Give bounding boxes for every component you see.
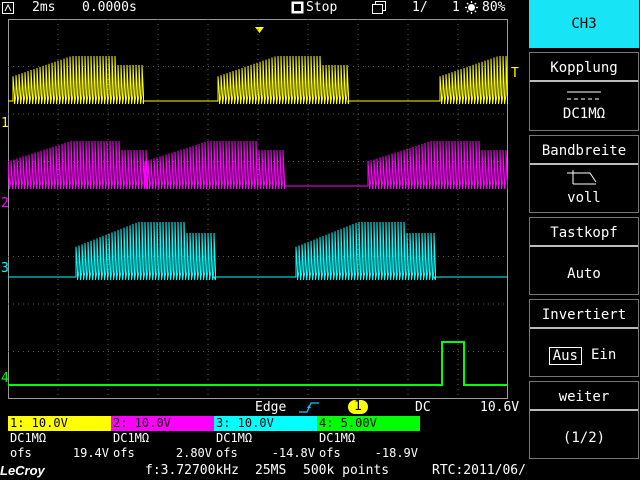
run-state[interactable]: Stop xyxy=(306,0,337,15)
trigger-info-row: Edge 1 DC 10.6V xyxy=(8,400,528,416)
kopplung-value: DC1MΩ xyxy=(562,106,606,122)
bandbreite-value: voll xyxy=(567,190,601,206)
channel-3-info[interactable]: 3: 10.0V DC1MΩ ofs -14.8V xyxy=(214,416,317,462)
invertiert-off-option[interactable]: Aus xyxy=(548,347,582,365)
channel-2-offset: 2.80V xyxy=(175,446,212,460)
softkey-menu: CH3 Kopplung DC1MΩ Bandbreite voll Tastk… xyxy=(527,0,640,480)
frequency-readout: f:3.72700kHz xyxy=(145,463,239,478)
channel-2-ofs-label: ofs xyxy=(113,446,135,460)
delay-readout: 0.0000s xyxy=(82,0,137,15)
channel-4-offset: -18.9V xyxy=(374,446,418,460)
brand-logo: LeCroy xyxy=(0,463,45,478)
invertiert-on-option[interactable]: Ein xyxy=(588,347,619,365)
trigger-level-marker[interactable]: T xyxy=(511,66,519,81)
dc-coupling-icon xyxy=(567,91,601,100)
channel-4-scale: 4: 5.00V xyxy=(317,416,420,431)
weiter-label: weiter xyxy=(558,389,610,405)
channel-1-scale: 1: 10.0V xyxy=(8,416,111,431)
trigger-source-badge: 1 xyxy=(348,400,368,414)
bandbreite-label: Bandbreite xyxy=(541,143,627,159)
run-indicator-icon xyxy=(2,2,14,18)
channel-1-ofs-label: ofs xyxy=(10,446,32,460)
channel-2-coupling: DC1MΩ xyxy=(113,431,150,445)
trigger-level: 10.6V xyxy=(480,400,520,415)
waveform-display[interactable] xyxy=(8,19,508,399)
brightness-icon xyxy=(465,1,478,18)
channel-3-coupling: DC1MΩ xyxy=(216,431,253,445)
tastkopf-softkey[interactable]: Tastkopf Auto xyxy=(529,217,639,295)
invertiert-label: Invertiert xyxy=(541,307,627,323)
record-length: 500k points xyxy=(303,463,390,478)
channel-1-marker[interactable]: 1 xyxy=(1,116,9,131)
menu-title: CH3 xyxy=(529,0,639,48)
channel-4-info[interactable]: 4: 5.00V DC1MΩ ofs -18.9V xyxy=(317,416,420,462)
channel-1-info[interactable]: 1: 10.0V DC1MΩ ofs 19.4V xyxy=(8,416,111,462)
top-status-bar: 2ms 0.0000s Stop 1/ 1 80% xyxy=(0,0,526,17)
channel-1-trace xyxy=(8,55,508,105)
channel-3-marker[interactable]: 3 xyxy=(1,261,9,276)
channel-3-offset: -14.8V xyxy=(271,446,315,460)
channel-4-trace xyxy=(8,341,508,386)
bandwidth-filter-icon xyxy=(567,170,597,185)
channel-4-coupling: DC1MΩ xyxy=(319,431,356,445)
tastkopf-value: Auto xyxy=(567,266,601,282)
page-total: 1 xyxy=(452,0,460,15)
trigger-coupling: DC xyxy=(415,400,431,415)
invertiert-softkey[interactable]: Invertiert Aus Ein xyxy=(529,299,639,377)
memory-icon xyxy=(372,1,386,18)
channel-4-marker[interactable]: 4 xyxy=(1,371,9,386)
channel-1-offset: 19.4V xyxy=(72,446,109,460)
channel-3-scale: 3: 10.0V xyxy=(214,416,317,431)
channel-1-coupling: DC1MΩ xyxy=(10,431,47,445)
channel-2-info[interactable]: 2: 10.0V DC1MΩ ofs 2.80V xyxy=(111,416,214,462)
trigger-type: Edge xyxy=(255,400,287,415)
channel-2-scale: 2: 10.0V xyxy=(111,416,214,431)
kopplung-softkey[interactable]: Kopplung DC1MΩ xyxy=(529,52,639,131)
channel-3-ofs-label: ofs xyxy=(216,446,238,460)
channel-2-marker[interactable]: 2 xyxy=(1,196,9,211)
channel-3-trace xyxy=(8,221,508,281)
timebase-readout: 2ms xyxy=(32,0,56,15)
page-readout: 1/ xyxy=(412,0,428,15)
kopplung-label: Kopplung xyxy=(550,60,618,76)
weiter-softkey[interactable]: weiter (1/2) xyxy=(529,381,639,459)
bandbreite-softkey[interactable]: Bandbreite voll xyxy=(529,135,639,213)
weiter-value: (1/2) xyxy=(562,430,606,446)
brightness-readout: 80% xyxy=(482,0,506,15)
tastkopf-label: Tastkopf xyxy=(550,225,618,241)
sample-rate: 25MS xyxy=(255,463,287,478)
channel-4-ofs-label: ofs xyxy=(319,446,341,460)
stop-icon xyxy=(291,1,304,18)
